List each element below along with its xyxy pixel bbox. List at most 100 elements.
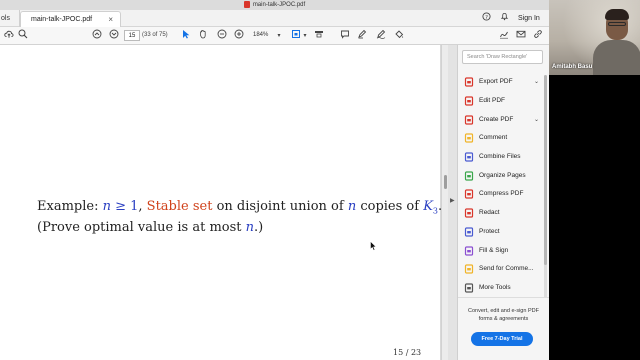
compress-pdf-icon bbox=[464, 189, 474, 199]
math-K: K bbox=[423, 199, 433, 214]
fill-tool-icon[interactable] bbox=[392, 29, 406, 43]
tool-item-edit-pdf[interactable]: Edit PDF bbox=[464, 93, 544, 109]
tools-pane-scrollbar[interactable] bbox=[544, 75, 547, 310]
redact-icon bbox=[464, 208, 474, 218]
promo-box: Convert, edit and e-sign PDF forms & agr… bbox=[458, 297, 549, 360]
tool-item-label: Export PDF bbox=[479, 78, 513, 85]
zoom-dropdown-chevron-icon[interactable]: ▾ bbox=[272, 29, 286, 43]
video-empty-area bbox=[549, 75, 640, 360]
math-n-bound: n bbox=[245, 219, 255, 235]
upload-cloud-icon[interactable] bbox=[2, 29, 16, 43]
participant-hair bbox=[605, 9, 629, 20]
select-tool-icon[interactable] bbox=[179, 29, 193, 43]
participant-glasses bbox=[608, 22, 626, 26]
collapse-pane-arrow-icon[interactable]: ▶ bbox=[450, 197, 455, 204]
title-bar: main-talk-JPOC.pdf bbox=[0, 0, 549, 10]
next-page-icon[interactable] bbox=[107, 29, 121, 43]
comment-tool-icon[interactable] bbox=[338, 29, 352, 43]
tools-pane: Search 'Draw Rectangle' Export PDF ⌄ Edit … bbox=[458, 45, 549, 360]
pane-collapse-strip[interactable]: ▶ bbox=[448, 45, 458, 360]
example-label: Example: bbox=[37, 199, 103, 214]
close-tab-icon[interactable]: × bbox=[108, 12, 113, 27]
tool-item-label: Organize Pages bbox=[479, 172, 526, 179]
create-pdf-icon bbox=[464, 115, 474, 125]
document-scrollbar-thumb[interactable] bbox=[444, 175, 447, 189]
previous-page-icon[interactable] bbox=[90, 29, 104, 43]
page-count: (33 of 75) bbox=[142, 32, 168, 38]
tool-item-compress-pdf[interactable]: Compress PDF bbox=[464, 186, 544, 202]
highlight-pen-icon[interactable] bbox=[355, 29, 369, 43]
prove-close: .) bbox=[254, 219, 264, 235]
tools-search-input[interactable]: Search 'Draw Rectangle' bbox=[462, 50, 543, 64]
edit-pdf-icon bbox=[464, 96, 474, 106]
copies-of-text: copies of bbox=[356, 199, 424, 214]
tool-item-label: Create PDF bbox=[479, 116, 514, 123]
help-icon[interactable]: ? bbox=[482, 10, 491, 27]
email-icon[interactable] bbox=[514, 29, 528, 43]
main-toolbar: 15 (33 of 75) 184% ▾ ▾ bbox=[0, 27, 549, 45]
tool-item-label: Protect bbox=[479, 228, 500, 235]
tool-item-organize-pages[interactable]: Organize Pages bbox=[464, 168, 544, 184]
comment-icon bbox=[464, 133, 474, 143]
hand-tool-icon[interactable] bbox=[196, 29, 210, 43]
participant-body bbox=[593, 40, 640, 75]
combine-files-icon bbox=[464, 152, 474, 162]
math-n-copies: n bbox=[347, 199, 357, 214]
tool-item-label: Edit PDF bbox=[479, 97, 506, 104]
tool-item-more-tools[interactable]: More Tools bbox=[464, 280, 544, 296]
sign-in-link[interactable]: Sign In bbox=[518, 10, 540, 27]
math-n: n bbox=[102, 199, 111, 214]
tool-item-create-pdf[interactable]: Create PDF ⌄ bbox=[464, 112, 544, 128]
attach-signature-icon[interactable] bbox=[497, 29, 511, 43]
send-for-comment-icon bbox=[464, 264, 474, 274]
slide-body: Example: n ≥ 1, Stable set on disjoint u… bbox=[37, 199, 442, 236]
prove-text: (Prove optimal value is at most bbox=[37, 219, 246, 235]
pdf-file-icon bbox=[243, 0, 250, 8]
slide-line-1: Example: n ≥ 1, Stable set on disjoint u… bbox=[37, 199, 442, 220]
promo-text: Convert, edit and e-sign PDF forms & agr… bbox=[468, 308, 539, 322]
free-trial-button[interactable]: Free 7-Day Trial bbox=[471, 332, 533, 346]
tool-item-export-pdf[interactable]: Export PDF ⌄ bbox=[464, 74, 544, 90]
draw-pen-icon[interactable] bbox=[374, 29, 388, 43]
stable-set-term: Stable set bbox=[146, 199, 213, 214]
document-tab-label: main-talk-JPOC.pdf bbox=[31, 16, 93, 23]
pdf-page[interactable]: Example: n ≥ 1, Stable set on disjoint u… bbox=[0, 45, 442, 360]
notifications-icon[interactable] bbox=[500, 10, 509, 27]
tool-item-redact[interactable]: Redact bbox=[464, 205, 544, 221]
protect-icon bbox=[464, 227, 474, 237]
document-tab[interactable]: main-talk-JPOC.pdf × bbox=[20, 11, 121, 27]
tool-item-protect[interactable]: Protect bbox=[464, 224, 544, 240]
participant-name: Amitabh Basu bbox=[552, 64, 593, 70]
tool-item-send-for-comment[interactable]: Send for Comme... bbox=[464, 261, 544, 277]
document-scrollbar[interactable] bbox=[441, 45, 448, 360]
expand-chevron-icon[interactable]: ⌄ bbox=[534, 112, 539, 128]
tools-pane-scrollbar-thumb[interactable] bbox=[544, 75, 547, 265]
share-link-icon[interactable] bbox=[531, 29, 545, 43]
scroll-mode-icon[interactable] bbox=[312, 29, 326, 43]
tab-bar: ols main-talk-JPOC.pdf × ? Sign In bbox=[0, 10, 549, 27]
tab-tools[interactable]: ols bbox=[0, 10, 20, 27]
expand-chevron-icon[interactable]: ⌄ bbox=[534, 74, 539, 90]
fill-sign-icon bbox=[464, 246, 474, 256]
zoom-level[interactable]: 184% bbox=[253, 30, 268, 41]
acrobat-window: main-talk-JPOC.pdf ols main-talk-JPOC.pd… bbox=[0, 0, 549, 360]
participant-video: Amitabh Basu bbox=[549, 0, 640, 75]
zoom-in-icon[interactable] bbox=[232, 29, 246, 43]
svg-text:?: ? bbox=[485, 15, 488, 21]
more-tools-icon bbox=[464, 283, 474, 293]
page-number-input[interactable]: 15 bbox=[124, 30, 140, 41]
comma: , bbox=[138, 199, 147, 214]
export-pdf-icon bbox=[464, 77, 474, 87]
tool-item-fill-sign[interactable]: Fill & Sign bbox=[464, 243, 544, 259]
mouse-cursor-icon bbox=[370, 238, 377, 256]
tool-item-label: Compress PDF bbox=[479, 190, 524, 197]
tool-item-combine-files[interactable]: Combine Files bbox=[464, 149, 544, 165]
page-display-chevron-icon[interactable]: ▾ bbox=[298, 29, 312, 43]
slide-page-number: 15 / 23 bbox=[393, 348, 422, 357]
window-title: main-talk-JPOC.pdf bbox=[252, 2, 306, 8]
tool-item-comment[interactable]: Comment bbox=[464, 130, 544, 146]
search-icon[interactable] bbox=[16, 29, 30, 43]
screen: main-talk-JPOC.pdf ols main-talk-JPOC.pd… bbox=[0, 0, 640, 360]
zoom-out-icon[interactable] bbox=[215, 29, 229, 43]
tool-item-label: Fill & Sign bbox=[479, 247, 509, 254]
